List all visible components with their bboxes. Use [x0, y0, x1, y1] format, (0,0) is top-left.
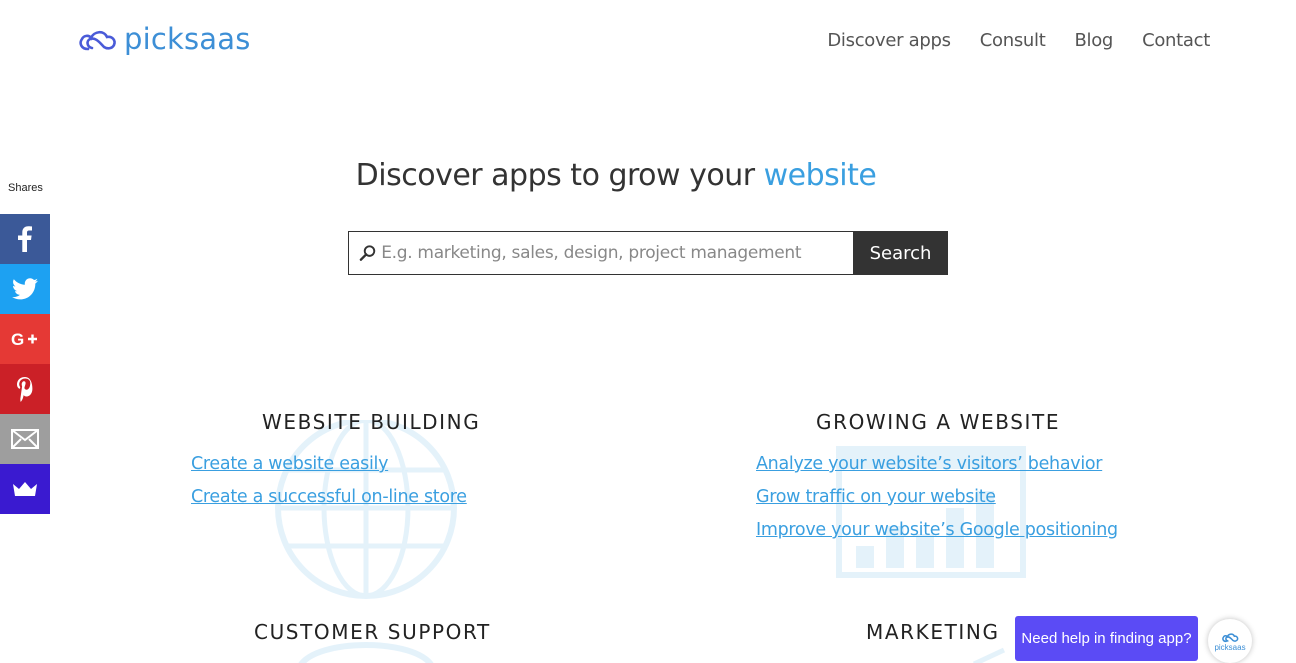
link-create-website-easily[interactable]: Create a website easily — [191, 454, 388, 474]
link-create-online-store[interactable]: Create a successful on-line store — [191, 487, 467, 507]
search-box — [348, 231, 853, 275]
link-improve-google-positioning[interactable]: Improve your website’s Google positionin… — [756, 520, 1118, 540]
hero-title: Discover apps to grow your website — [0, 158, 1232, 193]
nav-discover-apps[interactable]: Discover apps — [827, 30, 951, 51]
google-plus-icon: G — [11, 330, 37, 348]
sumome-share-button[interactable] — [0, 464, 50, 514]
email-share-button[interactable] — [0, 414, 50, 464]
link-analyze-visitors[interactable]: Analyze your website’s visitors’ behavio… — [756, 454, 1102, 474]
category-title-website-building: WEBSITE BUILDING — [262, 410, 481, 434]
logo[interactable]: picksaas — [76, 22, 251, 58]
search-icon — [359, 245, 376, 261]
category-title-customer-support: CUSTOMER SUPPORT — [254, 620, 491, 644]
nav-consult[interactable]: Consult — [980, 30, 1046, 51]
nav-blog[interactable]: Blog — [1074, 30, 1113, 51]
search-input[interactable] — [381, 243, 853, 263]
share-bar: G — [0, 214, 50, 514]
globe-icon — [275, 420, 457, 599]
category-title-marketing: MARKETING — [866, 620, 1000, 644]
category-title-growing-website: GROWING A WEBSITE — [816, 410, 1061, 434]
twitter-icon — [12, 278, 38, 300]
logo-text: picksaas — [124, 21, 251, 56]
pinterest-share-button[interactable] — [0, 364, 50, 414]
help-chat-button[interactable]: Need help in finding app? — [1015, 616, 1198, 661]
search-button[interactable]: Search — [853, 231, 948, 275]
main-nav: Discover apps Consult Blog Contact — [827, 30, 1210, 51]
marketing-icon — [972, 647, 1006, 663]
hero-title-accent: website — [763, 158, 877, 193]
facebook-share-button[interactable] — [0, 214, 50, 264]
pinterest-icon — [17, 377, 33, 402]
twitter-share-button[interactable] — [0, 264, 50, 314]
help-avatar-text: picksaas — [1214, 642, 1246, 652]
link-grow-traffic[interactable]: Grow traffic on your website — [756, 487, 996, 507]
google-plus-share-button[interactable]: G — [0, 314, 50, 364]
svg-text:G: G — [11, 330, 24, 348]
sumome-icon — [13, 482, 37, 496]
nav-contact[interactable]: Contact — [1142, 30, 1210, 51]
email-icon — [11, 429, 39, 449]
logo-cloud-icon — [79, 30, 116, 51]
facebook-icon — [18, 226, 32, 252]
hero-title-prefix: Discover apps to grow your — [355, 158, 764, 193]
help-avatar[interactable]: picksaas — [1208, 619, 1252, 663]
search-bar: Search — [348, 231, 948, 275]
